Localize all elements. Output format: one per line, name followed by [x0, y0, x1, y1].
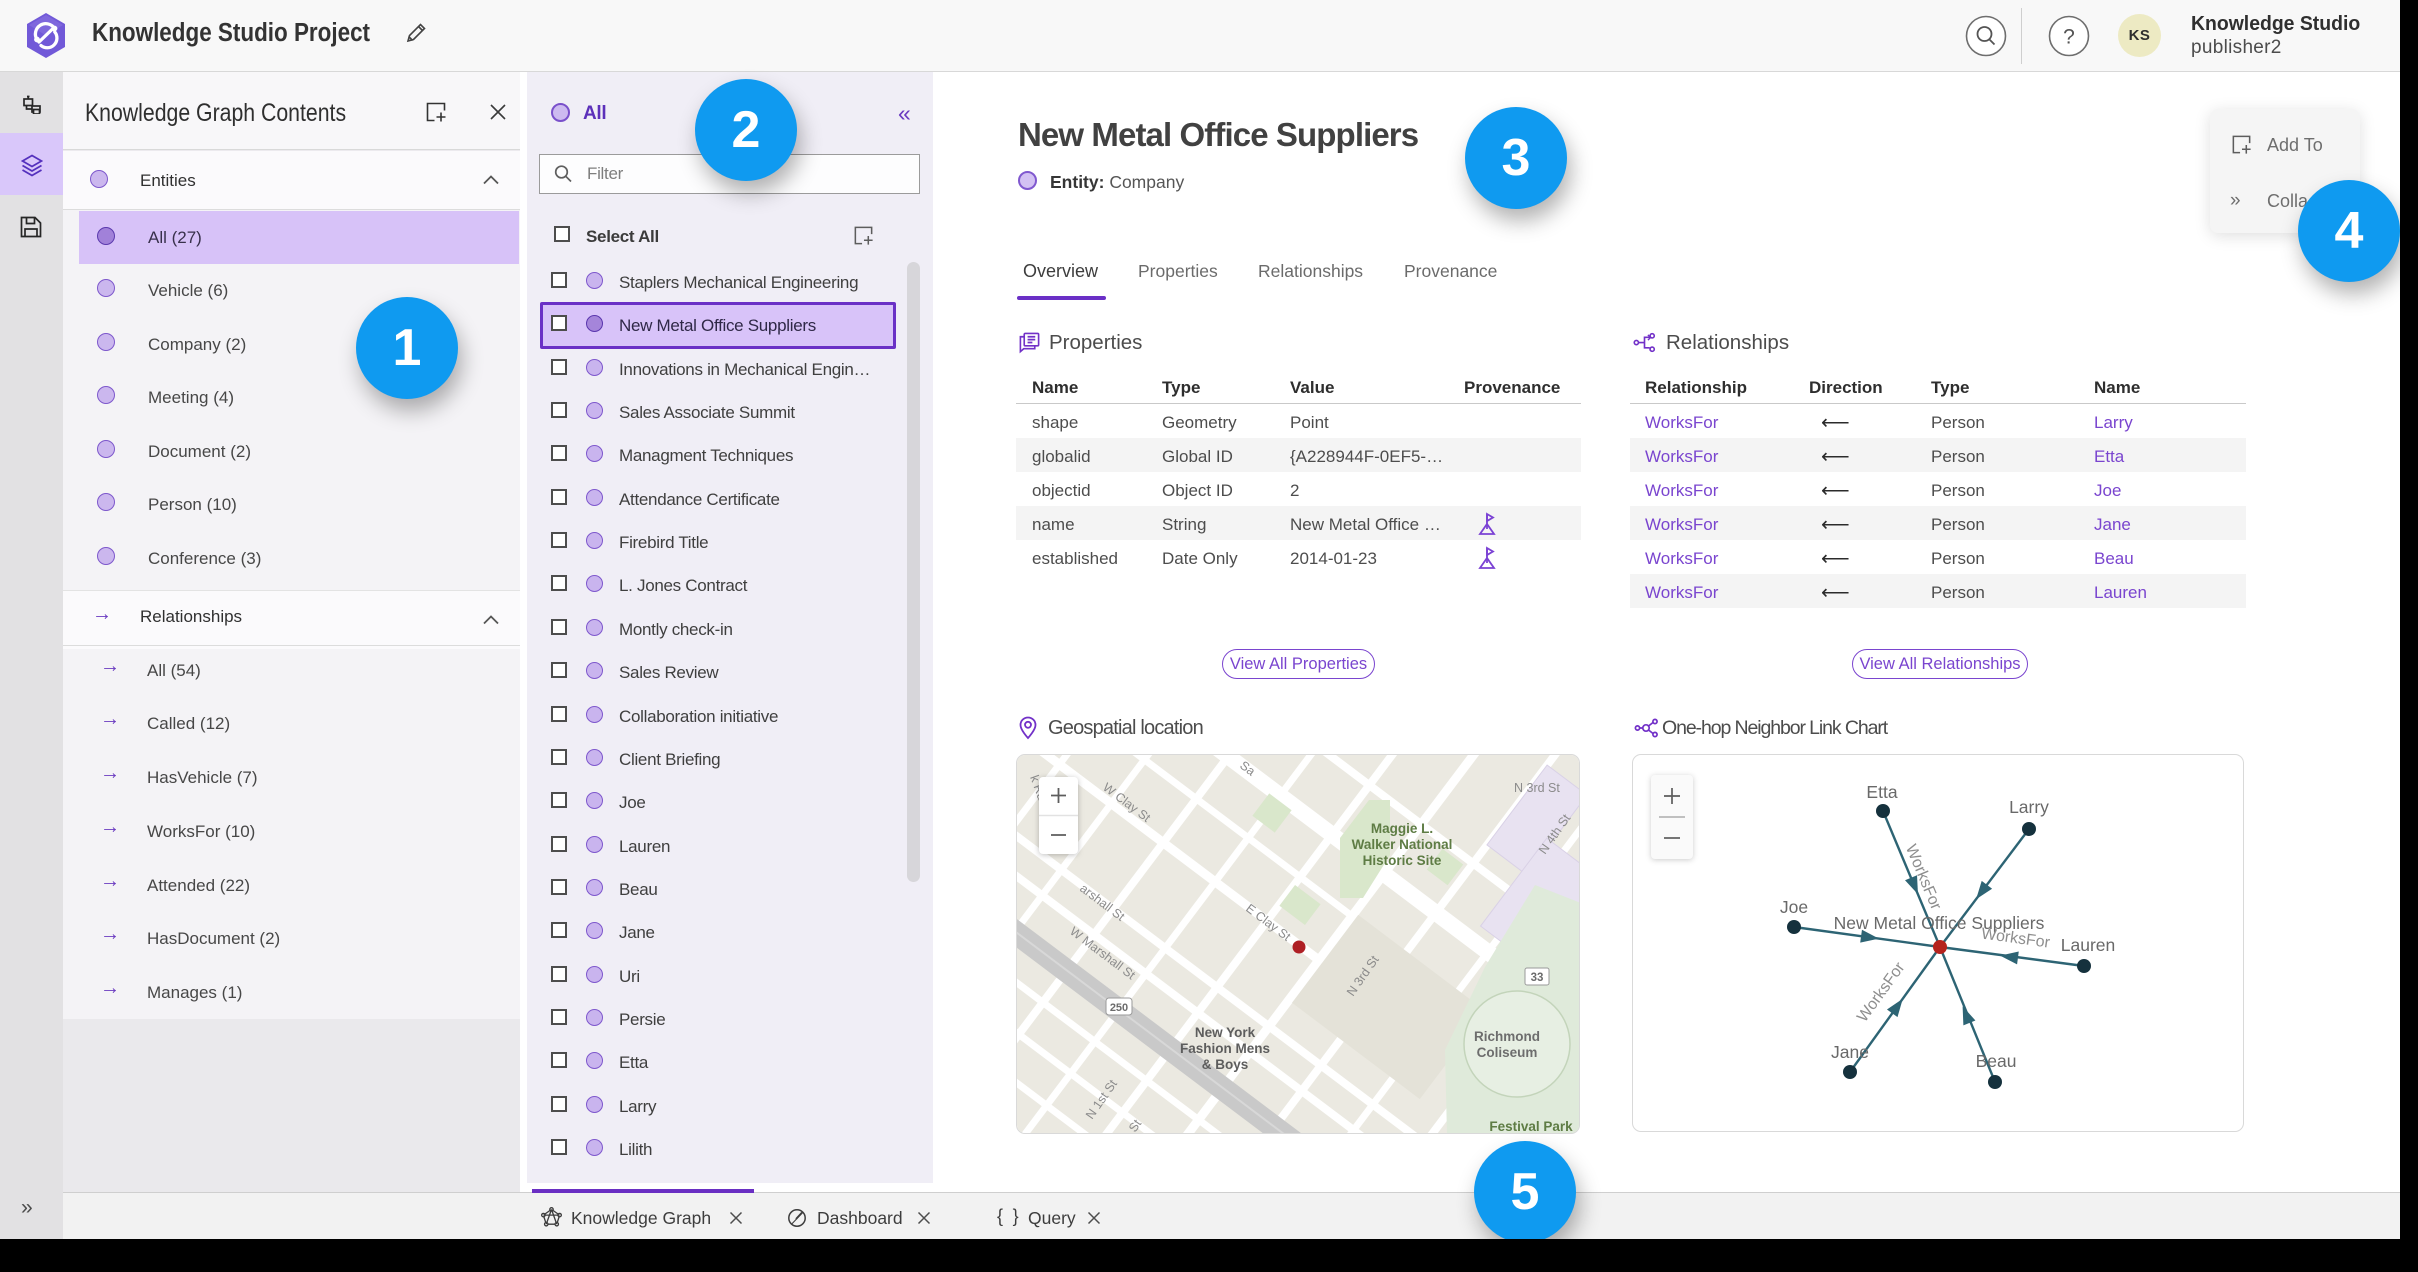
svg-text:Lauren: Lauren — [2061, 935, 2116, 955]
svg-text:Joe: Joe — [1780, 897, 1808, 917]
svg-text:Historic Site: Historic Site — [1363, 853, 1442, 868]
svg-text:Maggie L.: Maggie L. — [1371, 821, 1433, 836]
svg-text:& Boys: & Boys — [1202, 1057, 1249, 1072]
svg-text:Larry: Larry — [2009, 797, 2049, 817]
svg-text:Etta: Etta — [1866, 782, 1897, 802]
svg-text:33: 33 — [1531, 972, 1544, 984]
svg-text:Coliseum: Coliseum — [1477, 1045, 1538, 1060]
svg-text:N 3rd St: N 3rd St — [1514, 781, 1560, 795]
svg-text:Walker National: Walker National — [1352, 837, 1453, 852]
svg-text:Fashion Mens: Fashion Mens — [1180, 1041, 1270, 1056]
svg-text:Richmond: Richmond — [1474, 1029, 1540, 1044]
svg-text:WorksFor: WorksFor — [1902, 842, 1945, 913]
svg-text:Beau: Beau — [1976, 1051, 2017, 1071]
svg-text:WorksFor: WorksFor — [1854, 959, 1909, 1025]
svg-text:?: ? — [2063, 26, 2075, 49]
svg-text:New York: New York — [1195, 1025, 1256, 1040]
svg-text:Jane: Jane — [1831, 1042, 1869, 1062]
svg-text:Festival Park: Festival Park — [1489, 1119, 1573, 1134]
svg-text:250: 250 — [1110, 1002, 1128, 1014]
